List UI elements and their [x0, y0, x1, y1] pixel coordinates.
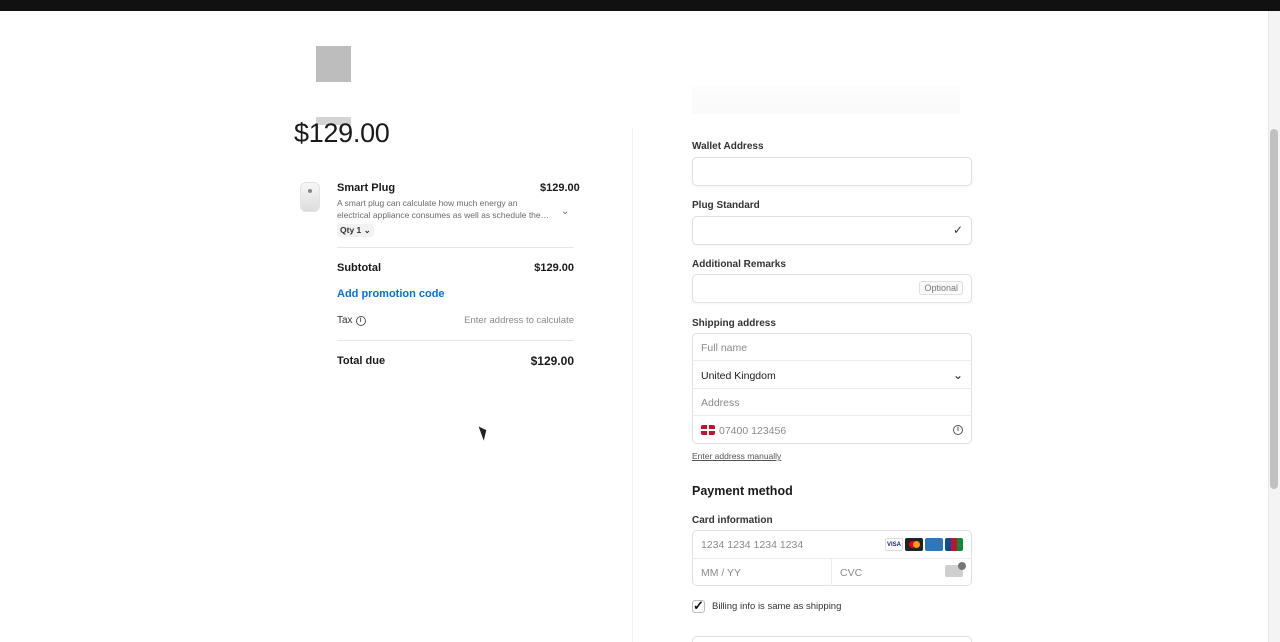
amex-icon: [925, 538, 943, 551]
payment-method-heading: Payment method: [692, 484, 793, 498]
card-number-input[interactable]: 1234 1234 1234 1234 VISA: [693, 531, 971, 559]
total-due-label: Total due: [337, 355, 386, 367]
product-price: $129.00: [540, 182, 580, 194]
optional-badge: Optional: [919, 281, 963, 295]
card-brand-icons: VISA: [885, 538, 963, 551]
subtotal-label: Subtotal: [337, 262, 381, 274]
billing-checkbox[interactable]: [692, 598, 705, 614]
smart-plug-image: [300, 182, 320, 212]
shipping-address-group: Full name United Kingdom ⌄ Address 07400…: [692, 333, 972, 444]
divider: [337, 340, 574, 341]
wallet-address-label: Wallet Address: [692, 141, 764, 152]
info-icon[interactable]: i: [355, 315, 366, 326]
tax-label: Tax: [337, 315, 353, 326]
chevron-down-icon: ⌄: [952, 368, 963, 382]
chevron-down-icon: ✓: [952, 223, 963, 237]
card-number-placeholder: 1234 1234 1234 1234: [701, 539, 804, 551]
enter-address-manually-link[interactable]: Enter address manually: [692, 451, 781, 461]
jcb-icon: [945, 538, 963, 551]
country-select[interactable]: United Kingdom ⌄: [693, 362, 971, 389]
address-input[interactable]: Address: [693, 389, 971, 416]
chevron-down-icon: ⌄: [363, 225, 371, 235]
expiry-placeholder: MM / YY: [701, 567, 742, 579]
shipping-address-label: Shipping address: [692, 318, 776, 329]
plug-standard-select[interactable]: ✓: [692, 216, 972, 245]
scrollbar-thumb[interactable]: [1270, 129, 1278, 489]
cvc-card-icon: [945, 562, 966, 577]
tax-value: Enter address to calculate: [464, 315, 574, 326]
billing-label: Billing info is same as shipping: [712, 601, 842, 612]
info-icon[interactable]: i: [953, 425, 963, 435]
quantity-selector[interactable]: Qty 1 ⌄: [337, 224, 374, 237]
country-value: United Kingdom: [701, 370, 776, 382]
total-amount-heading: $129.00: [294, 118, 390, 148]
next-field-edge: [692, 636, 972, 642]
additional-remarks-label: Additional Remarks: [692, 259, 786, 270]
expiry-input[interactable]: MM / YY: [693, 559, 832, 586]
mastercard-icon: [905, 538, 923, 551]
cvc-placeholder: CVC: [840, 567, 863, 579]
full-name-placeholder: Full name: [701, 342, 748, 354]
subtotal-value: $129.00: [534, 262, 574, 274]
chevron-down-icon[interactable]: ⌄: [561, 206, 569, 217]
tax-label-group: Tax i: [337, 315, 366, 326]
product-description: A smart plug can calculate how much ener…: [337, 198, 550, 220]
card-information-group: 1234 1234 1234 1234 VISA MM / YY CVC: [692, 530, 972, 586]
full-name-input[interactable]: Full name: [693, 334, 971, 361]
product-name: Smart Plug: [337, 182, 396, 194]
browser-top-bar: [0, 0, 1280, 11]
visa-icon: VISA: [885, 538, 903, 551]
add-promotion-code-link[interactable]: Add promotion code: [337, 288, 445, 300]
merchant-logo: [316, 46, 351, 82]
quantity-label: Qty 1: [340, 225, 362, 235]
billing-same-as-shipping[interactable]: Billing info is same as shipping: [692, 598, 842, 614]
card-information-label: Card information: [692, 515, 773, 526]
additional-remarks-input[interactable]: Optional: [692, 274, 972, 303]
phone-placeholder: 07400 123456: [719, 425, 787, 437]
divider: [337, 247, 574, 248]
faded-header-area: [692, 86, 960, 114]
cvc-input[interactable]: CVC: [832, 559, 971, 586]
address-placeholder: Address: [701, 397, 740, 409]
uk-flag-icon[interactable]: [701, 425, 715, 435]
phone-input[interactable]: 07400 123456 i: [693, 417, 971, 444]
total-due-value: $129.00: [530, 354, 574, 368]
mouse-cursor-icon: [478, 424, 490, 441]
page-scrollbar[interactable]: [1268, 11, 1280, 642]
wallet-address-input[interactable]: [692, 157, 972, 186]
plug-standard-label: Plug Standard: [692, 200, 760, 211]
